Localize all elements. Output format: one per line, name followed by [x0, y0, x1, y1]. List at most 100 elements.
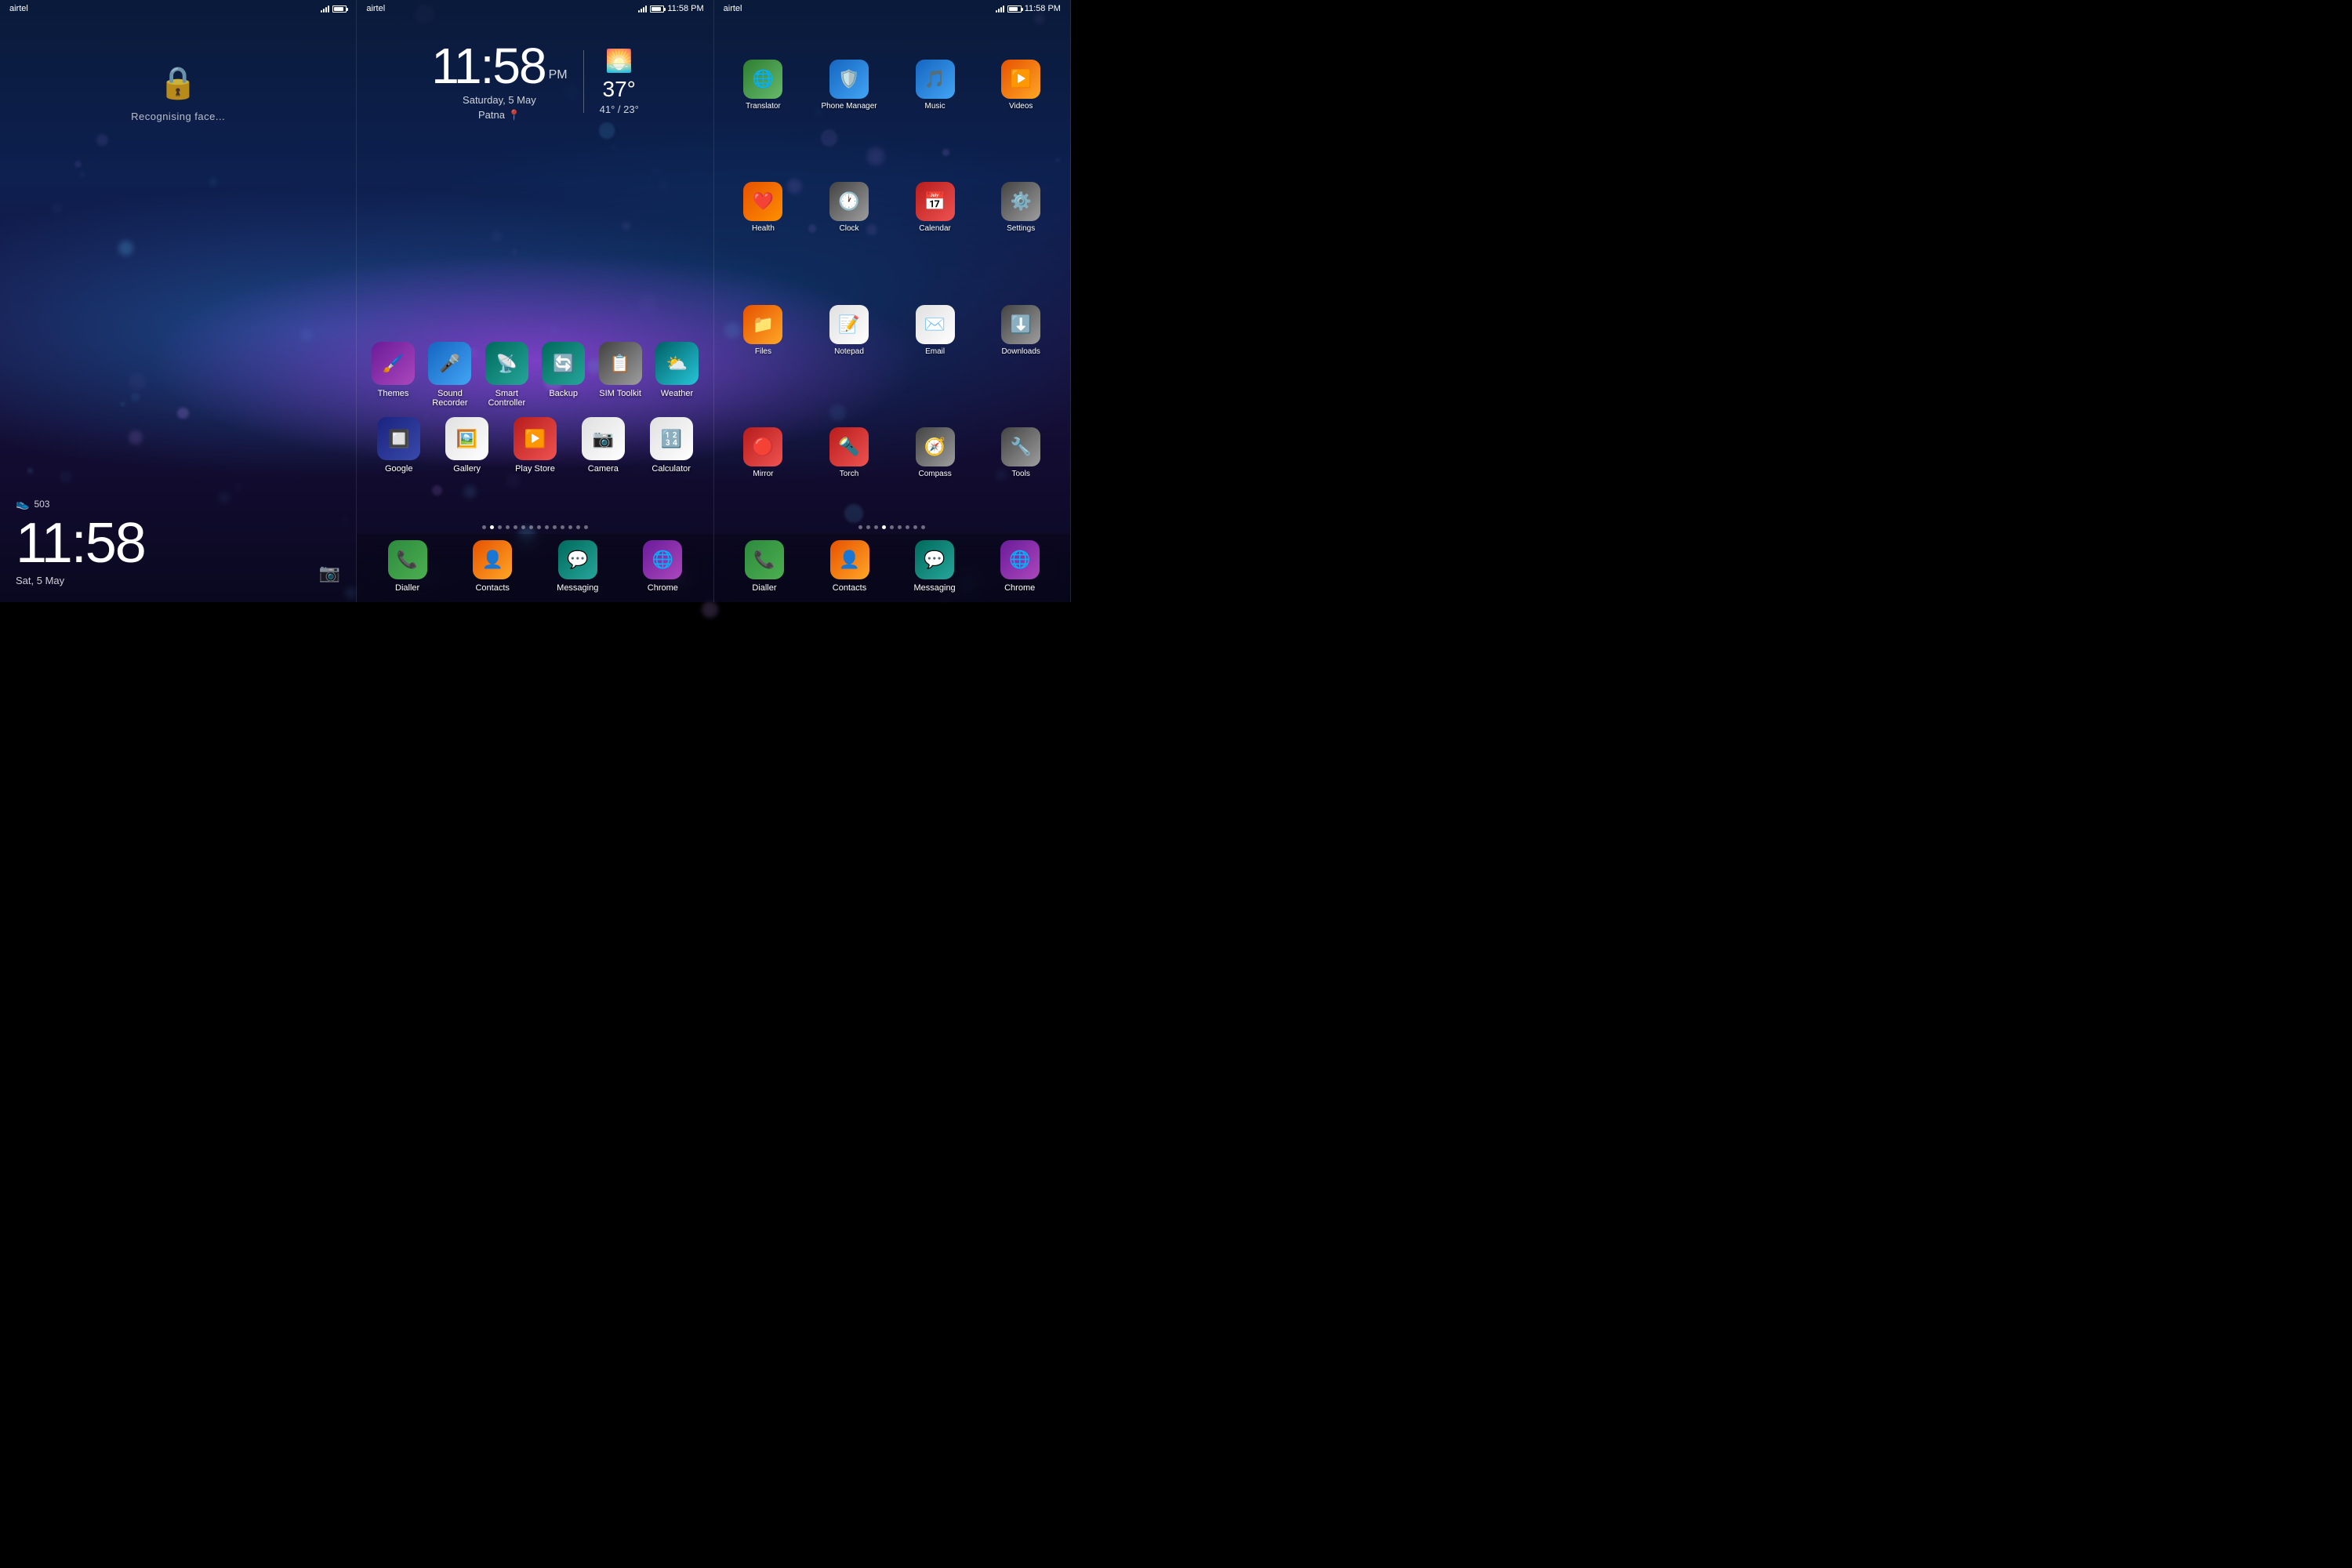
app-label: Google	[385, 464, 412, 474]
page-dot	[529, 525, 533, 529]
camera-icon-bottom[interactable]: 📷	[319, 563, 340, 583]
home-screen-panel: airtel 11:58 PM 11:58PM Saturday, 5 May	[357, 0, 713, 602]
home-app-row2: 🔲 Google 🖼️ Gallery ▶️ Play Store 📷 Came…	[357, 417, 713, 474]
app-dialler[interactable]: 📞 Dialler	[733, 540, 796, 593]
app-messaging[interactable]: 💬 Messaging	[903, 540, 966, 593]
drawer-app-label: Compass	[918, 470, 951, 478]
drawer-app-label: Phone Manager	[821, 102, 877, 111]
drawer-app-label: Calendar	[919, 224, 951, 233]
app-gallery[interactable]: 🖼️ Gallery	[436, 417, 499, 474]
status-icons	[321, 5, 347, 13]
drawer-app-notepad[interactable]: 📝 Notepad	[808, 270, 891, 390]
page-dots3	[714, 521, 1070, 534]
app-contacts[interactable]: 👤 Contacts	[461, 540, 524, 593]
app-sound-recorder[interactable]: 🎤 Sound Recorder	[422, 342, 478, 408]
drawer-app-tools[interactable]: 🔧 Tools	[979, 394, 1062, 514]
app-icon-emoji: 💬	[924, 550, 945, 570]
app-messaging[interactable]: 💬 Messaging	[546, 540, 609, 593]
page-dot	[482, 525, 486, 529]
drawer-app-translator[interactable]: 🌐 Translator	[722, 25, 805, 145]
drawer-app-label: Notepad	[834, 347, 864, 356]
clock-date: Saturday, 5 May	[431, 94, 567, 106]
app-chrome[interactable]: 🌐 Chrome	[989, 540, 1051, 593]
drawer-app-label: Translator	[746, 102, 781, 111]
signal-icon3	[996, 5, 1004, 13]
weather-temp: 37°	[600, 77, 639, 102]
drawer-app-music[interactable]: 🎵 Music	[894, 25, 977, 145]
drawer-app-email[interactable]: ✉️ Email	[894, 270, 977, 390]
app-icon-emoji: ▶️	[524, 429, 546, 449]
dock-panel3: 📞 Dialler 👤 Contacts 💬 Messaging 🌐 Chrom…	[714, 534, 1070, 602]
app-smart-controller[interactable]: 📡 Smart Controller	[478, 342, 535, 408]
drawer-app-icon: 📝	[838, 314, 859, 335]
app-label: Dialler	[395, 583, 419, 593]
drawer-app-files[interactable]: 📁 Files	[722, 270, 805, 390]
app-grid: 🌐 Translator 🛡️ Phone Manager 🎵 Music ▶️…	[714, 17, 1070, 521]
app-icon-emoji: 🔢	[660, 429, 681, 449]
app-sim-toolkit[interactable]: 📋 SIM Toolkit	[592, 342, 648, 408]
app-backup[interactable]: 🔄 Backup	[535, 342, 592, 408]
app-label: Sound Recorder	[422, 389, 478, 408]
page-dot	[584, 525, 588, 529]
page-dot3	[913, 525, 917, 529]
app-drawer-panel: airtel 11:58 PM 🌐 Translator 🛡️ Phone Ma…	[714, 0, 1071, 602]
lock-bottom: 👟 503 11:58 Sat, 5 May	[0, 481, 356, 602]
lock-screen-panel: airtel 🔒 Recognising face... 👟 503 11:58…	[0, 0, 357, 602]
app-icon-emoji: 📞	[397, 550, 418, 570]
signal-icon	[321, 5, 329, 13]
app-icon-emoji: 🔲	[388, 429, 409, 449]
page-dot	[490, 525, 494, 529]
app-calculator[interactable]: 🔢 Calculator	[640, 417, 702, 474]
home-content: 11:58PM Saturday, 5 May Patna 📍 🌅 37° 41…	[357, 17, 713, 602]
drawer-app-phone-manager[interactable]: 🛡️ Phone Manager	[808, 25, 891, 145]
drawer-app-torch[interactable]: 🔦 Torch	[808, 394, 891, 514]
drawer-app-icon: 🧭	[924, 437, 946, 457]
clock-widget: 11:58PM Saturday, 5 May Patna 📍 🌅 37° 41…	[357, 17, 713, 137]
app-google[interactable]: 🔲 Google	[368, 417, 430, 474]
drawer-app-icon: 🔴	[753, 437, 774, 457]
page-dot	[545, 525, 549, 529]
status-bar-panel2: airtel 11:58 PM	[357, 0, 713, 17]
home-app-row1: 🖌️ Themes 🎤 Sound Recorder 📡 Smart Contr…	[357, 342, 713, 408]
page-dot	[561, 525, 564, 529]
drawer-app-icon: 🔦	[838, 437, 859, 457]
drawer-app-clock[interactable]: 🕐 Clock	[808, 148, 891, 268]
drawer-app-icon: ⬇️	[1010, 314, 1031, 335]
drawer-app-calendar[interactable]: 📅 Calendar	[894, 148, 977, 268]
carrier3-label: airtel	[724, 4, 742, 13]
drawer-app-label: Settings	[1007, 224, 1035, 233]
app-contacts[interactable]: 👤 Contacts	[818, 540, 881, 593]
app-label: Backup	[549, 389, 578, 398]
signal-icon2	[638, 5, 647, 13]
app-icon-emoji: 📋	[609, 354, 630, 374]
app-weather[interactable]: ⛅ Weather	[648, 342, 705, 408]
app-label: SIM Toolkit	[599, 389, 641, 398]
drawer-app-mirror[interactable]: 🔴 Mirror	[722, 394, 805, 514]
app-camera[interactable]: 📷 Camera	[572, 417, 634, 474]
drawer-app-label: Downloads	[1001, 347, 1040, 356]
drawer-app-health[interactable]: ❤️ Health	[722, 148, 805, 268]
page-dot	[537, 525, 541, 529]
status-bar-panel1: airtel	[0, 0, 356, 17]
drawer-app-settings[interactable]: ⚙️ Settings	[979, 148, 1062, 268]
app-chrome[interactable]: 🌐 Chrome	[631, 540, 694, 593]
status-bar-panel3: airtel 11:58 PM	[714, 0, 1070, 17]
app-dialler[interactable]: 📞 Dialler	[376, 540, 439, 593]
drawer-app-icon: 🌐	[753, 69, 774, 89]
clock-weather-divider	[583, 50, 584, 113]
page-dot3	[906, 525, 909, 529]
step-number: 503	[34, 499, 49, 510]
drawer-app-label: Music	[925, 102, 946, 111]
drawer-app-compass[interactable]: 🧭 Compass	[894, 394, 977, 514]
app-play-store[interactable]: ▶️ Play Store	[503, 417, 566, 474]
drawer-app-icon: ⚙️	[1010, 191, 1031, 212]
drawer-app-videos[interactable]: ▶️ Videos	[979, 25, 1062, 145]
app-icon-emoji: 🎤	[439, 354, 460, 374]
drawer-app-downloads[interactable]: ⬇️ Downloads	[979, 270, 1062, 390]
page-dot	[576, 525, 580, 529]
app-icon-emoji: 💬	[567, 550, 588, 570]
app-label: Camera	[588, 464, 619, 474]
app-label: Contacts	[833, 583, 866, 593]
app-themes[interactable]: 🖌️ Themes	[365, 342, 421, 408]
carrier-label: airtel	[9, 4, 28, 13]
